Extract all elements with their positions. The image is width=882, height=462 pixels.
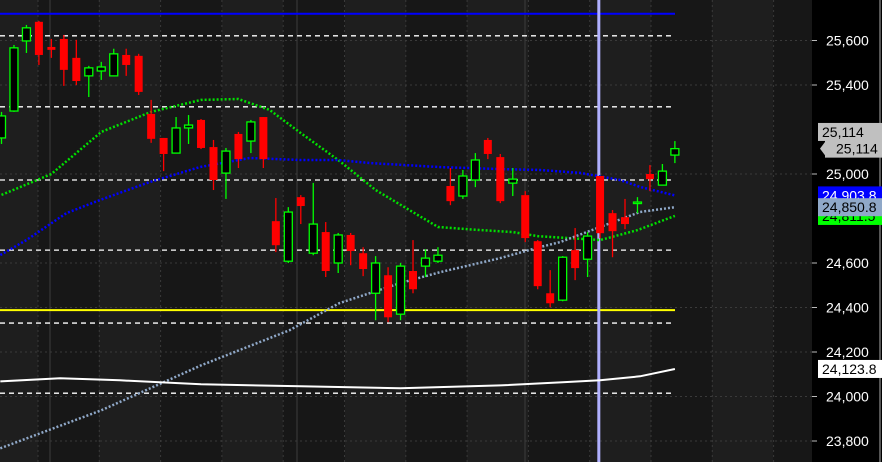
axis-tick-label: 25,400 bbox=[826, 77, 869, 93]
candle-body bbox=[122, 54, 131, 65]
candle bbox=[134, 53, 143, 96]
chart-window: 25,600 25,400 25,000 24,600 24,400 24,200 24,0… bbox=[0, 0, 882, 462]
candle-body bbox=[72, 57, 81, 81]
candle bbox=[533, 240, 542, 290]
background-band bbox=[712, 0, 773, 462]
steel-ma-value-label: 24,850.8 bbox=[822, 199, 877, 215]
candle-body bbox=[483, 139, 492, 154]
candle-body bbox=[59, 38, 68, 70]
candle-body bbox=[632, 201, 643, 205]
candle-body bbox=[359, 253, 368, 270]
candle-body bbox=[582, 235, 593, 260]
last-price-label-1: 25,114 bbox=[822, 124, 864, 140]
candle-body bbox=[271, 221, 280, 246]
candle-body bbox=[234, 133, 243, 160]
candle-body bbox=[558, 256, 568, 301]
candle bbox=[9, 44, 19, 112]
candle-body bbox=[645, 174, 654, 180]
axis-tick-label: 25,600 bbox=[826, 33, 869, 49]
candle-body bbox=[171, 127, 181, 154]
candle-body bbox=[47, 46, 56, 50]
candle-body bbox=[296, 197, 305, 207]
candle-body bbox=[420, 257, 431, 267]
candle bbox=[283, 207, 293, 263]
candle-body bbox=[159, 137, 168, 154]
candle-body bbox=[321, 232, 330, 272]
last-price-label-2: 25,114 bbox=[836, 141, 878, 157]
candle-body bbox=[546, 293, 555, 304]
candlestick-chart[interactable]: 25,600 25,400 25,000 24,600 24,400 24,200 24,0… bbox=[0, 0, 882, 462]
candle bbox=[521, 191, 530, 243]
candle-body bbox=[147, 113, 156, 139]
candle-body bbox=[197, 119, 206, 148]
candle-body bbox=[246, 121, 256, 142]
candle-body bbox=[134, 55, 143, 92]
axis-tick-label: 24,400 bbox=[826, 300, 869, 316]
candle-body bbox=[395, 265, 406, 315]
candle-body bbox=[409, 271, 418, 290]
axis-tick-label: 25,000 bbox=[826, 166, 869, 182]
candle-body bbox=[308, 223, 318, 254]
candle-body bbox=[21, 27, 32, 42]
candle-body bbox=[370, 262, 381, 294]
candle-body bbox=[333, 234, 343, 264]
candle-body bbox=[596, 176, 605, 234]
candle-body bbox=[221, 150, 231, 174]
candle bbox=[596, 176, 605, 239]
candle-body bbox=[183, 124, 194, 129]
candle-body bbox=[0, 115, 7, 139]
candle-body bbox=[446, 186, 455, 202]
candle-body bbox=[84, 67, 94, 77]
candle-body bbox=[657, 170, 668, 186]
white-ma-value-label: 24,123.8 bbox=[822, 361, 877, 377]
candle bbox=[496, 153, 505, 204]
candle-body bbox=[34, 21, 43, 55]
candle bbox=[197, 119, 206, 150]
candle-body bbox=[109, 53, 119, 77]
candle-body bbox=[533, 241, 542, 287]
candle-body bbox=[9, 47, 19, 112]
axis-tick-label: 24,000 bbox=[826, 389, 869, 405]
candle-body bbox=[209, 147, 218, 181]
candle-body bbox=[496, 157, 505, 202]
candle-body bbox=[384, 275, 393, 318]
candle-body bbox=[608, 213, 617, 232]
candle-body bbox=[458, 175, 468, 197]
candle-body bbox=[508, 178, 518, 184]
candle-body bbox=[259, 117, 268, 160]
candle-body bbox=[670, 147, 680, 156]
candle-body bbox=[470, 159, 481, 181]
candle-body bbox=[433, 254, 443, 262]
candle bbox=[558, 256, 568, 302]
candle-body bbox=[571, 250, 580, 269]
candle-body bbox=[521, 195, 530, 239]
candle bbox=[395, 263, 406, 321]
candle bbox=[384, 267, 393, 323]
axis-tick-label: 24,200 bbox=[826, 344, 869, 360]
axis-tick-label: 24,600 bbox=[826, 255, 869, 271]
candle-body bbox=[621, 217, 629, 225]
candle-body bbox=[346, 234, 355, 251]
candle-body bbox=[96, 66, 106, 72]
candle-body bbox=[283, 211, 293, 262]
axis-tick-label: 23,800 bbox=[826, 433, 869, 449]
